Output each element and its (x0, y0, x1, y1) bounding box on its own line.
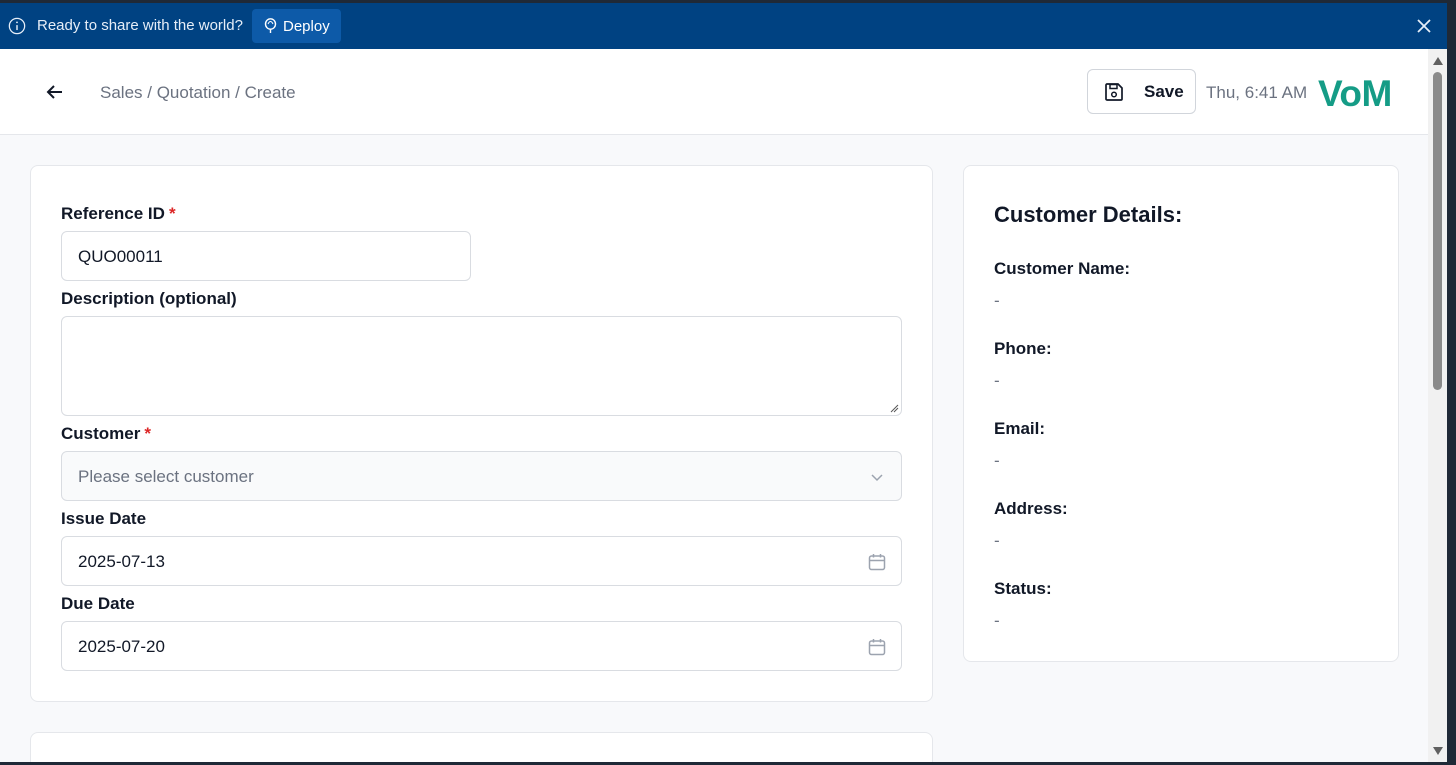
customer-label: Customer * (61, 424, 151, 443)
customer-select[interactable]: Please select customer (61, 451, 902, 501)
reference-id-label: Reference ID * (61, 204, 176, 223)
deploy-message: Ready to share with the world? (37, 17, 243, 34)
status-label: Status: (994, 579, 1052, 598)
status-value: - (994, 611, 1000, 630)
scroll-down-arrow-icon[interactable] (1433, 747, 1443, 755)
save-button[interactable]: Save (1087, 69, 1196, 114)
deploy-button[interactable]: Deploy (252, 9, 341, 43)
customer-placeholder: Please select customer (78, 467, 254, 486)
page-header: Sales / Quotation / Create Save Thu, 6:4… (0, 49, 1428, 135)
clock: Thu, 6:41 AM (1206, 83, 1308, 102)
app-window: Ready to share with the world? Deploy Sa… (0, 3, 1447, 762)
resize-grip-icon[interactable] (889, 403, 899, 413)
due-date-label: Due Date (61, 594, 135, 613)
logo: VoM (1318, 73, 1392, 114)
scroll-thumb[interactable] (1433, 72, 1442, 390)
deploy-banner: Ready to share with the world? Deploy (0, 3, 1447, 49)
calendar-icon[interactable] (867, 552, 887, 572)
required-marker: * (168, 204, 176, 223)
info-icon (8, 17, 26, 35)
quotation-form-card: Reference ID * QUO00011 Description (opti… (30, 165, 933, 702)
address-label: Address: (994, 499, 1068, 518)
due-date-input[interactable]: 2025-07-20 (61, 621, 902, 671)
issue-date-label: Issue Date (61, 509, 147, 528)
deploy-button-label: Deploy (283, 17, 330, 35)
description-textarea[interactable] (61, 316, 902, 416)
floppy-disk-icon (1105, 82, 1123, 101)
email-label: Email: (994, 419, 1046, 438)
issue-date-input[interactable]: 2025-07-13 (61, 536, 902, 586)
scroll-up-arrow-icon[interactable] (1433, 57, 1443, 65)
close-icon[interactable] (1415, 17, 1433, 35)
customer-details-title: Customer Details: (994, 202, 1183, 227)
reference-id-input[interactable]: QUO00011 (61, 231, 471, 281)
balloon-icon (264, 18, 277, 33)
items-card (30, 732, 933, 762)
due-date-value: 2025-07-20 (78, 637, 165, 656)
description-label: Description (optional) (61, 289, 237, 308)
customer-name-value: - (994, 291, 1000, 310)
back-arrow-icon[interactable] (44, 81, 66, 103)
reference-id-value: QUO00011 (78, 247, 163, 266)
customer-name-label: Customer Name: (994, 259, 1131, 278)
calendar-icon[interactable] (867, 637, 887, 657)
customer-details-card: Customer Details: Customer Name: - Phone… (963, 165, 1399, 662)
phone-label: Phone: (994, 339, 1052, 358)
save-button-label: Save (1144, 81, 1184, 101)
chevron-down-icon (871, 474, 883, 482)
phone-value: - (994, 371, 1000, 390)
address-value: - (994, 531, 1000, 550)
scrollbar[interactable] (1428, 49, 1447, 762)
email-value: - (994, 451, 1000, 470)
issue-date-value: 2025-07-13 (78, 552, 165, 571)
required-marker: * (144, 424, 151, 443)
breadcrumb: Sales / Quotation / Create (100, 83, 296, 102)
